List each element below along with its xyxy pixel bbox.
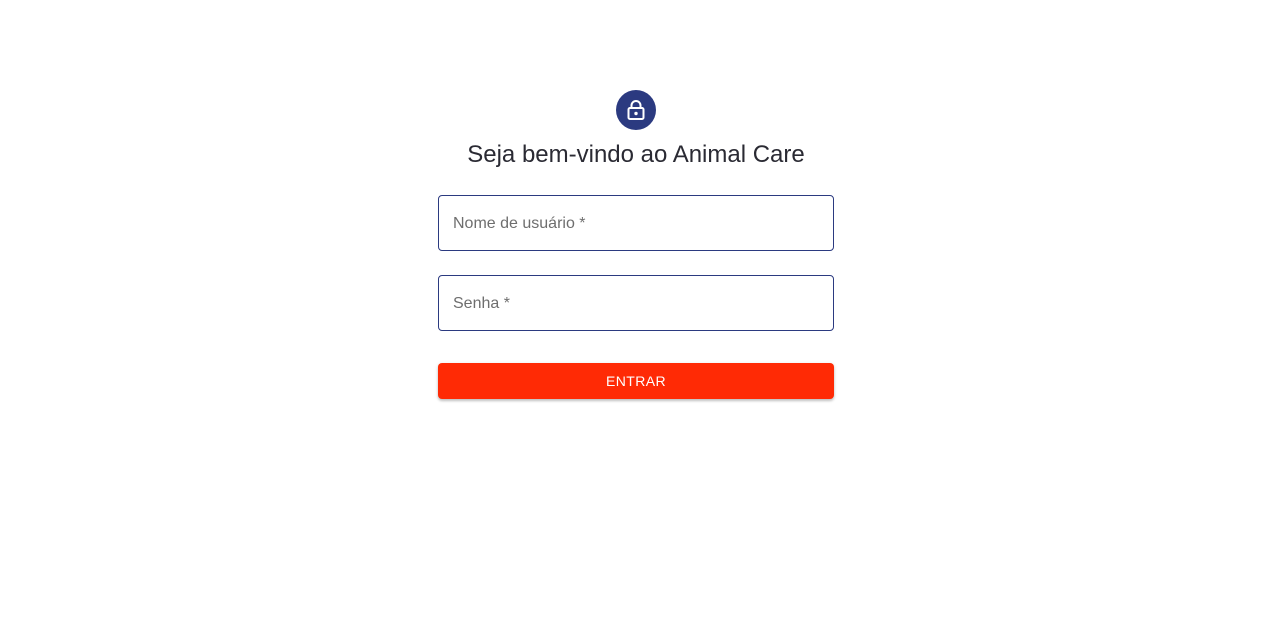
username-field[interactable]: Nome de usuário * (438, 195, 834, 251)
username-input[interactable] (439, 196, 833, 250)
password-input[interactable] (439, 276, 833, 330)
login-button[interactable]: ENTRAR (438, 363, 834, 399)
page-title: Seja bem-vindo ao Animal Care (467, 141, 805, 168)
login-page: Seja bem-vindo ao Animal Care Nome de us… (0, 0, 1277, 619)
lock-icon (626, 99, 646, 121)
lock-avatar (616, 90, 656, 130)
password-field[interactable]: Senha * (438, 275, 834, 331)
login-form: Seja bem-vindo ao Animal Care Nome de us… (438, 90, 834, 399)
